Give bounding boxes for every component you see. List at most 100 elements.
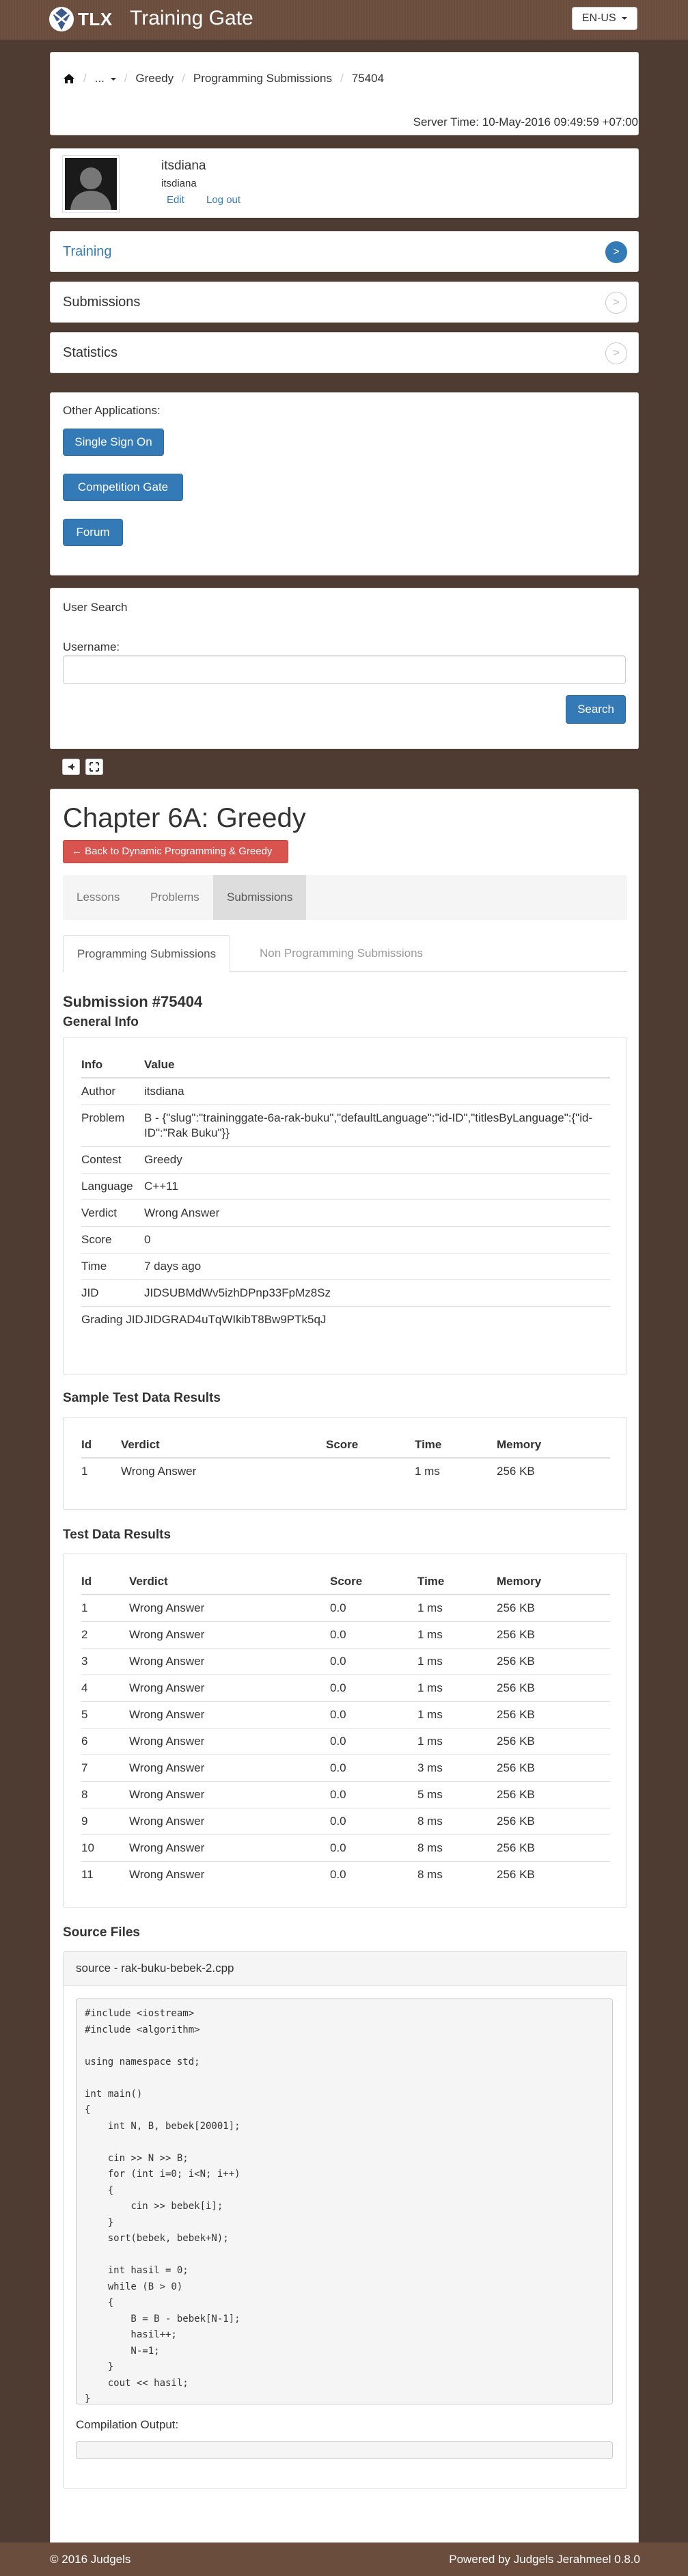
- username-label: Username:: [63, 640, 120, 653]
- table-row: 7 Wrong Answer 0.0 3 ms 256 KB: [81, 1754, 610, 1782]
- tab-submissions[interactable]: Submissions: [213, 875, 307, 920]
- general-info-box: Info Value Author itsdiana Problem B - {"sl…: [63, 1037, 627, 1374]
- info-key: Grading JID: [81, 1306, 144, 1333]
- result-id: 7: [81, 1754, 129, 1782]
- column-header: Id: [81, 1433, 121, 1459]
- column-header: Memory: [497, 1569, 610, 1595]
- table-row: 11 Wrong Answer 0.0 8 ms 256 KB: [81, 1861, 610, 1888]
- page-title: Chapter 6A: Greedy: [63, 803, 306, 833]
- info-value: Wrong Answer: [144, 1199, 610, 1227]
- info-key: JID: [81, 1279, 144, 1307]
- language-dropdown[interactable]: EN-US: [572, 7, 637, 30]
- result-verdict: Wrong Answer: [129, 1594, 330, 1622]
- result-score: 0.0: [330, 1834, 417, 1862]
- breadcrumb-ellipsis-dropdown[interactable]: ...: [95, 72, 116, 85]
- info-value: JIDSUBMdWv5izhDPnp33FpMz8Sz: [144, 1279, 610, 1307]
- table-header-row: Id Verdict Score Time Memory: [81, 1433, 610, 1459]
- result-memory: 256 KB: [497, 1457, 610, 1484]
- edit-profile-link[interactable]: Edit: [167, 194, 184, 206]
- result-id: 2: [81, 1621, 129, 1649]
- compilation-output-label: Compilation Output:: [76, 2418, 179, 2431]
- result-memory: 256 KB: [497, 1621, 610, 1649]
- page-content: / ... / Greedy / Programming Submissions…: [50, 40, 639, 2576]
- result-id: 4: [81, 1675, 129, 1702]
- competition-gate-button[interactable]: Competition Gate: [63, 474, 183, 501]
- result-time: 1 ms: [415, 1457, 497, 1484]
- logout-link[interactable]: Log out: [206, 194, 240, 206]
- back-button[interactable]: ← Back to Dynamic Programming & Greedy: [63, 840, 288, 863]
- result-time: 1 ms: [417, 1675, 497, 1702]
- app-title[interactable]: Training Gate: [130, 7, 253, 30]
- sample-results-title: Sample Test Data Results: [63, 1391, 221, 1405]
- result-id: 6: [81, 1728, 129, 1755]
- user-profile-panel: itsdiana itsdiana Edit Log out: [50, 148, 639, 218]
- tab-non-programming-submissions[interactable]: Non Programming Submissions: [246, 935, 437, 972]
- collapse-sidebar-button[interactable]: [62, 759, 80, 775]
- chapter-tabs: Lessons Problems Submissions: [63, 875, 627, 920]
- info-key: Language: [81, 1173, 144, 1200]
- info-value: JIDGRAD4uTqWIkibT8Bw9PTk5qJ: [144, 1306, 610, 1333]
- tab-problems[interactable]: Problems: [137, 875, 213, 920]
- table-row: Verdict Wrong Answer: [81, 1199, 610, 1227]
- user-username: itsdiana: [161, 178, 197, 189]
- column-header: Memory: [497, 1433, 610, 1459]
- result-memory: 256 KB: [497, 1701, 610, 1728]
- result-score: [326, 1457, 415, 1484]
- breadcrumb-ellipsis: ...: [94, 72, 105, 85]
- breadcrumb-item-greedy[interactable]: Greedy: [135, 72, 174, 85]
- result-id: 11: [81, 1861, 129, 1888]
- user-display-name: itsdiana: [161, 159, 206, 173]
- result-time: 3 ms: [417, 1754, 497, 1782]
- server-time: Server Time: 10-May-2016 09:49:59 +07:00: [413, 116, 638, 128]
- sample-results-table: Id Verdict Score Time Memory 1 Wrong Answ…: [81, 1433, 610, 1484]
- test-results-title: Test Data Results: [63, 1528, 171, 1542]
- result-id: 10: [81, 1834, 129, 1862]
- table-row: Problem B - {"slug":"traininggate-6a-rak-…: [81, 1104, 610, 1147]
- info-value: B - {"slug":"traininggate-6a-rak-buku","…: [144, 1104, 610, 1147]
- sidebar-item-submissions[interactable]: Submissions >: [50, 282, 639, 323]
- result-score: 0.0: [330, 1754, 417, 1782]
- fullscreen-button[interactable]: [85, 759, 103, 775]
- home-icon[interactable]: [63, 73, 75, 84]
- tab-programming-submissions[interactable]: Programming Submissions: [63, 935, 231, 973]
- info-value: 7 days ago: [144, 1253, 610, 1280]
- result-verdict: Wrong Answer: [129, 1781, 330, 1808]
- forum-button[interactable]: Forum: [63, 519, 123, 546]
- sidebar-item-label: Training: [63, 244, 112, 259]
- table-row: JID JIDSUBMdWv5izhDPnp33FpMz8Sz: [81, 1279, 610, 1307]
- table-row: 5 Wrong Answer 0.0 1 ms 256 KB: [81, 1701, 610, 1728]
- breadcrumb-item-programming-submissions[interactable]: Programming Submissions: [193, 72, 332, 85]
- test-results-box: Id Verdict Score Time Memory 1 Wrong Answ…: [63, 1554, 627, 1908]
- caret-down-icon: [110, 77, 116, 81]
- user-silhouette-icon: [65, 158, 117, 210]
- tab-lessons[interactable]: Lessons: [63, 875, 133, 920]
- info-key: Verdict: [81, 1199, 144, 1227]
- search-button[interactable]: Search: [566, 695, 626, 724]
- single-sign-on-button[interactable]: Single Sign On: [63, 429, 164, 456]
- tlx-logo[interactable]: TLX: [48, 5, 113, 33]
- avatar: [63, 156, 119, 212]
- sidebar-item-training[interactable]: Training >: [50, 231, 639, 272]
- breadcrumb-separator: /: [182, 72, 185, 85]
- tlx-logo-icon: [49, 7, 74, 31]
- username-input[interactable]: [63, 655, 626, 684]
- breadcrumb: / ... / Greedy / Programming Submissions…: [63, 72, 384, 85]
- sidebar-item-statistics[interactable]: Statistics >: [50, 332, 639, 373]
- submission-title: Submission #75404: [63, 993, 203, 1010]
- result-memory: 256 KB: [497, 1861, 610, 1888]
- compilation-output-block: [76, 2441, 613, 2459]
- chevron-right-icon: >: [605, 292, 627, 314]
- table-row: Contest Greedy: [81, 1146, 610, 1174]
- divider: [51, 748, 638, 749]
- result-verdict: Wrong Answer: [129, 1675, 330, 1702]
- caret-down-icon: [622, 16, 628, 20]
- top-navbar: TLX Training Gate EN-US: [0, 0, 688, 40]
- result-memory: 256 KB: [497, 1675, 610, 1702]
- expand-icon: [90, 762, 99, 772]
- result-verdict: Wrong Answer: [129, 1728, 330, 1755]
- table-row: 8 Wrong Answer 0.0 5 ms 256 KB: [81, 1781, 610, 1808]
- result-verdict: Wrong Answer: [129, 1808, 330, 1835]
- source-file-panel: source - rak-buku-bebek-2.cpp #include <…: [63, 1951, 627, 2489]
- result-id: 9: [81, 1808, 129, 1835]
- column-header: Info: [81, 1053, 144, 1079]
